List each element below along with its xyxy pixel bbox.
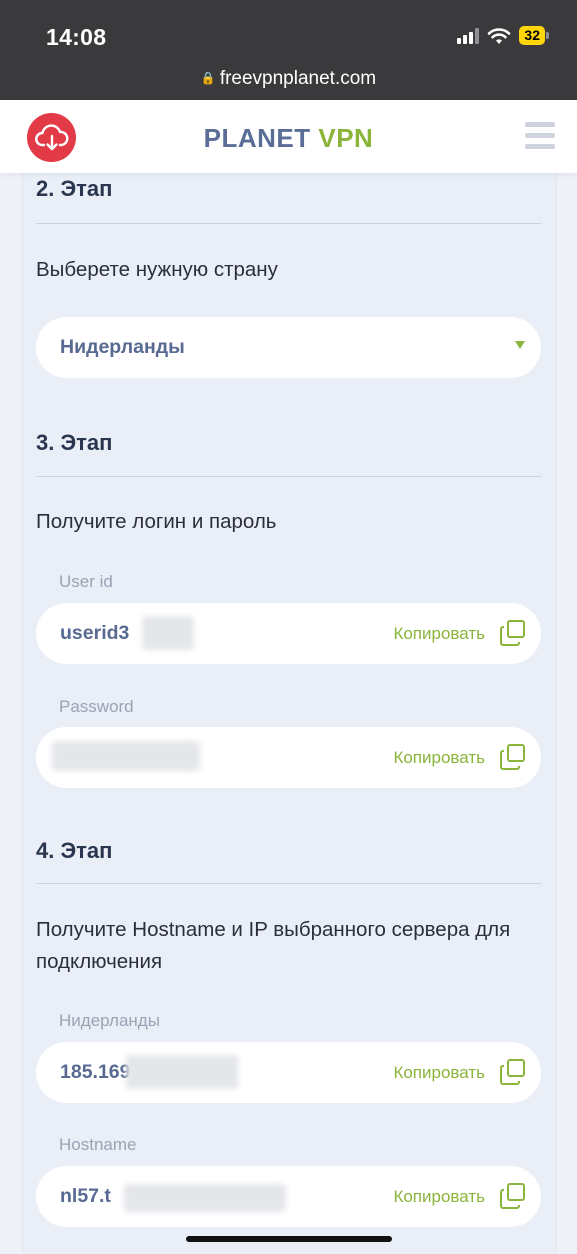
brand-part-2: VPN (318, 123, 374, 153)
password-label: Password (59, 697, 134, 716)
country-select-value: Нидерланды (60, 336, 185, 358)
url-text: freevpnplanet.com (219, 68, 377, 89)
password-field[interactable]: Копировать (36, 727, 541, 788)
redacted-overlay (126, 1055, 238, 1089)
stage-4-description: Получите Hostname и IP выбранного сервер… (36, 918, 511, 973)
copy-hostname-button[interactable]: Копировать (393, 1187, 485, 1207)
home-indicator[interactable] (186, 1236, 392, 1242)
site-header: PLANET VPN (0, 100, 577, 173)
ip-label: Нидерланды (59, 1011, 160, 1030)
status-time: 14:08 (46, 24, 107, 50)
copy-icon[interactable] (499, 619, 527, 647)
redacted-overlay (52, 741, 200, 771)
battery-level: 32 (519, 26, 545, 45)
hostname-value: nl57.t (60, 1185, 111, 1207)
battery-icon: 32 (519, 26, 549, 45)
ip-field[interactable]: 185.169 Копировать (36, 1042, 541, 1103)
userid-label: User id (59, 572, 113, 591)
country-select[interactable]: Нидерланды (36, 317, 541, 378)
wifi-icon (488, 27, 511, 44)
cellular-signal-icon (457, 27, 480, 44)
redacted-overlay (142, 616, 194, 650)
lock-icon: 🔒 (200, 71, 216, 85)
stage-4-title: 4. Этап (36, 838, 113, 863)
userid-value: userid3 (60, 622, 130, 644)
copy-ip-button[interactable]: Копировать (393, 1063, 485, 1083)
brand-title[interactable]: PLANET VPN (0, 123, 577, 154)
ios-status-bar: 14:08 32 🔒 freevpnplanet.com (0, 0, 577, 100)
hamburger-menu-icon[interactable] (525, 122, 555, 155)
system-icons: 32 (457, 26, 549, 45)
divider (36, 476, 541, 477)
divider (36, 223, 541, 224)
stage-3-description: Получите логин и пароль (36, 510, 277, 533)
userid-field[interactable]: userid3 Копировать (36, 603, 541, 664)
copy-icon[interactable] (499, 1182, 527, 1210)
brand-part-1: PLANET (203, 123, 311, 153)
copy-icon[interactable] (499, 743, 527, 771)
hostname-field[interactable]: nl57.t Копировать (36, 1166, 541, 1227)
stage-2-title: 2. Этап (36, 176, 113, 201)
hostname-label: Hostname (59, 1135, 137, 1154)
ip-value: 185.169 (60, 1061, 131, 1083)
copy-userid-button[interactable]: Копировать (393, 624, 485, 644)
copy-password-button[interactable]: Копировать (393, 748, 485, 768)
stage-2-description: Выберете нужную страну (36, 258, 278, 281)
stage-3-title: 3. Этап (36, 430, 113, 455)
divider (36, 883, 541, 884)
dropdown-caret-icon (515, 341, 525, 349)
address-bar[interactable]: 🔒 freevpnplanet.com (0, 68, 577, 90)
copy-icon[interactable] (499, 1058, 527, 1086)
redacted-overlay (124, 1184, 286, 1212)
